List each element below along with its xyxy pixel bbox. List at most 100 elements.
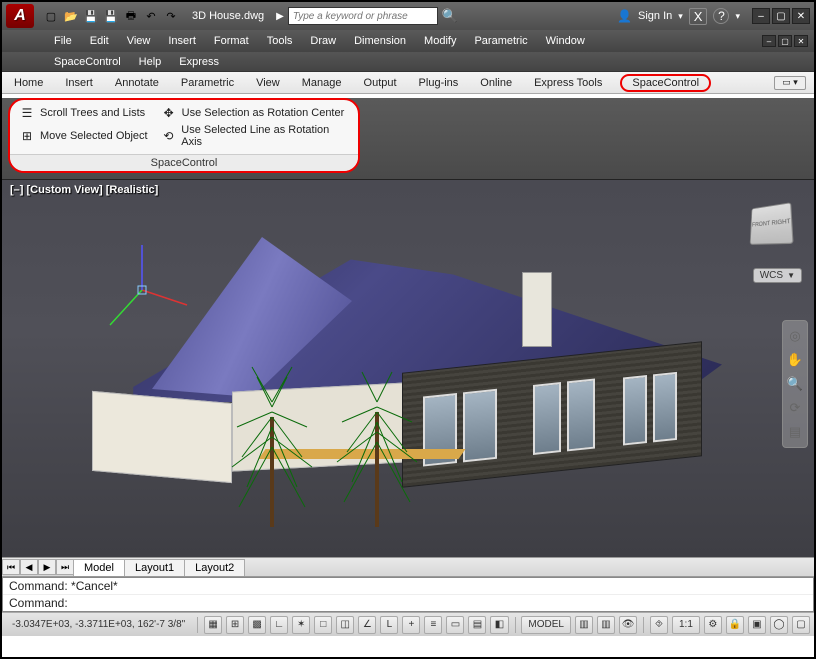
hardware-accel-icon[interactable]: ▣ [748,616,766,634]
menu-format[interactable]: Format [214,35,249,47]
rotate-center-icon: ✥ [162,106,176,120]
tab-online[interactable]: Online [476,75,516,91]
ducs-icon[interactable]: L [380,616,398,634]
close-button[interactable]: ✕ [792,8,810,24]
lwt-icon[interactable]: ≡ [424,616,442,634]
toolbar-lock-icon[interactable]: 🔒 [726,616,744,634]
model-space-button[interactable]: MODEL [521,616,571,634]
rotation-axis-button[interactable]: ⟲ Use Selected Line as Rotation Axis [162,124,348,148]
layout-quick-icon[interactable]: ▥ [575,616,593,634]
pan-icon[interactable]: ✋ [786,351,804,369]
orbit-icon[interactable]: ⟳ [786,399,804,417]
user-icon[interactable]: 👤 [617,9,632,23]
menu-edit[interactable]: Edit [90,35,109,47]
nav-first-icon[interactable]: ⏮ [2,559,20,575]
doc-restore-button[interactable]: ▢ [778,35,792,47]
minimize-button[interactable]: – [752,8,770,24]
saveas-icon[interactable]: 💾 [102,7,120,25]
tab-spacecontrol[interactable]: SpaceControl [620,74,711,92]
tab-expresstools[interactable]: Express Tools [530,75,606,91]
menu-modify[interactable]: Modify [424,35,456,47]
snap-icon[interactable]: ⊞ [226,616,244,634]
chevron-down-icon: ▼ [787,271,795,280]
menu-help[interactable]: Help [139,56,162,68]
view-label[interactable]: [–] [Custom View] [Realistic] [10,184,158,196]
menu-dimension[interactable]: Dimension [354,35,406,47]
wcs-badge[interactable]: WCS▼ [753,268,802,283]
binoculars-icon[interactable]: 🔍 [442,8,458,24]
tab-plugins[interactable]: Plug-ins [415,75,463,91]
menu-file[interactable]: File [54,35,72,47]
menu-window[interactable]: Window [546,35,585,47]
menu-view[interactable]: View [127,35,151,47]
maximize-button[interactable]: ▢ [772,8,790,24]
sc-icon[interactable]: ◧ [490,616,508,634]
sign-in-link[interactable]: Sign In [638,10,672,22]
otrack-icon[interactable]: ∠ [358,616,376,634]
nav-prev-icon[interactable]: ◀ [20,559,38,575]
osnap-icon[interactable]: □ [314,616,332,634]
tab-manage[interactable]: Manage [298,75,346,91]
dyn-icon[interactable]: + [402,616,420,634]
menu-parametric[interactable]: Parametric [474,35,527,47]
command-prompt[interactable]: Command: [3,595,813,611]
menu-tools[interactable]: Tools [267,35,293,47]
chimney [522,272,552,347]
ribbon-collapse-button[interactable]: ▭ ▾ [774,76,806,90]
redo-icon[interactable]: ↷ [162,7,180,25]
layout-quick2-icon[interactable]: ▥ [597,616,615,634]
nav-next-icon[interactable]: ▶ [38,559,56,575]
3dosnap-icon[interactable]: ◫ [336,616,354,634]
tree [227,367,307,527]
anno-vis-icon[interactable]: 👁 [619,616,637,634]
menu-insert[interactable]: Insert [168,35,196,47]
layout-tab-model[interactable]: Model [73,559,125,576]
move-object-button[interactable]: ⊞ Move Selected Object [20,124,148,148]
tab-view[interactable]: View [252,75,284,91]
layout-tab-layout1[interactable]: Layout1 [124,559,185,576]
scroll-trees-button[interactable]: ☰ Scroll Trees and Lists [20,106,148,120]
undo-icon[interactable]: ↶ [142,7,160,25]
zoom-icon[interactable]: 🔍 [786,375,804,393]
print-icon[interactable]: 🖶 [122,7,140,25]
open-icon[interactable]: 📂 [62,7,80,25]
rotation-center-button[interactable]: ✥ Use Selection as Rotation Center [162,106,348,120]
doc-minimize-button[interactable]: – [762,35,776,47]
app-logo[interactable]: A [6,4,34,28]
save-icon[interactable]: 💾 [82,7,100,25]
workspace-icon[interactable]: ⚙ [704,616,722,634]
infer-icon[interactable]: ▦ [204,616,222,634]
ortho-icon[interactable]: ∟ [270,616,288,634]
menu-spacecontrol[interactable]: SpaceControl [54,56,121,68]
clean-screen-icon[interactable]: ▢ [792,616,810,634]
steering-wheel-icon[interactable]: ◎ [786,327,804,345]
tab-output[interactable]: Output [360,75,401,91]
new-icon[interactable]: ▢ [42,7,60,25]
title-bar: A ▢ 📂 💾 💾 🖶 ↶ ↷ 3D House.dwg ▶ 🔍 👤 Sign … [2,2,814,30]
viewcube[interactable]: FRONT RIGHT [750,202,794,245]
tab-annotate[interactable]: Annotate [111,75,163,91]
dropdown-icon[interactable]: ▾ [735,11,740,22]
menu-express[interactable]: Express [179,56,219,68]
command-line[interactable]: Command: *Cancel* Command: [2,577,814,612]
polar-icon[interactable]: ✶ [292,616,310,634]
showmotion-icon[interactable]: ▤ [786,423,804,441]
grid-icon[interactable]: ▩ [248,616,266,634]
tpy-icon[interactable]: ▭ [446,616,464,634]
viewport[interactable]: [–] [Custom View] [Realistic] [2,179,814,557]
exchange-icon[interactable]: X [689,8,708,25]
anno-scale[interactable]: 1:1 [672,616,700,634]
qp-icon[interactable]: ▤ [468,616,486,634]
tab-parametric[interactable]: Parametric [177,75,238,91]
layout-tab-layout2[interactable]: Layout2 [184,559,245,576]
doc-close-button[interactable]: ✕ [794,35,808,47]
nav-last-icon[interactable]: ⏭ [56,559,74,575]
anno-scale-lock-icon[interactable]: ⯑ [650,616,668,634]
menu-draw[interactable]: Draw [310,35,336,47]
tab-home[interactable]: Home [10,75,47,91]
dropdown-icon[interactable]: ▾ [678,11,683,22]
search-input[interactable] [288,7,438,25]
isolate-icon[interactable]: ◯ [770,616,788,634]
help-icon[interactable]: ? [713,8,729,24]
tab-insert[interactable]: Insert [61,75,97,91]
